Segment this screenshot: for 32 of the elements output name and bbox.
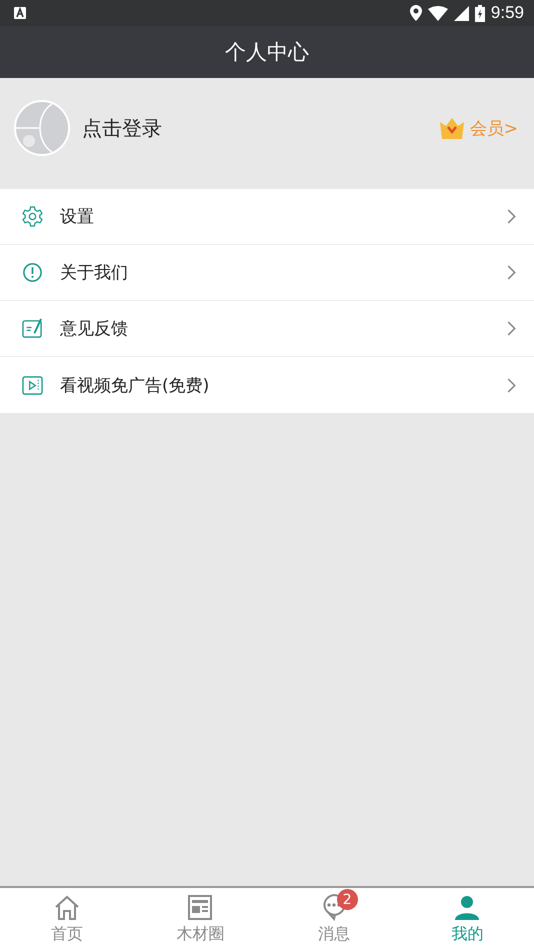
tab[interactable]: 我的: [400, 888, 534, 950]
login-link[interactable]: 点击登录: [82, 114, 440, 142]
avatar-icon[interactable]: [14, 100, 70, 156]
menu-label: 意见反馈: [60, 318, 129, 340]
video-icon: [22, 374, 43, 396]
wifi-icon: [428, 6, 448, 20]
menu-item[interactable]: 看视频免广告(免费): [0, 357, 534, 413]
chevron-right-icon: [507, 209, 516, 224]
app-notification-icon: [14, 7, 26, 19]
chevron-right-icon: [507, 378, 516, 392]
signal-icon: [454, 6, 469, 20]
tab[interactable]: 2 消息: [267, 888, 400, 950]
battery-icon: [474, 4, 485, 22]
home-icon: [54, 894, 80, 920]
newspaper-icon: [188, 894, 212, 920]
page-title: 个人中心: [225, 39, 309, 66]
chevron-right-icon: [507, 265, 516, 280]
location-icon: [410, 5, 422, 21]
chevron-right-icon: [507, 321, 516, 336]
info-icon: [22, 262, 43, 283]
settings-icon: [22, 206, 43, 227]
menu-item[interactable]: 设置: [0, 189, 534, 245]
menu-label: 关于我们: [60, 262, 129, 284]
menu-label: 看视频免广告(免费): [60, 374, 210, 396]
person-icon: [454, 894, 480, 920]
menu-label: 设置: [60, 206, 95, 228]
menu-item[interactable]: 意见反馈: [0, 301, 534, 357]
menu-item[interactable]: 关于我们: [0, 245, 534, 301]
unread-count-badge: 2: [336, 889, 358, 910]
edit-note-icon: [22, 318, 43, 339]
crown-icon: [440, 118, 464, 138]
status-time: 9:59: [490, 3, 524, 23]
